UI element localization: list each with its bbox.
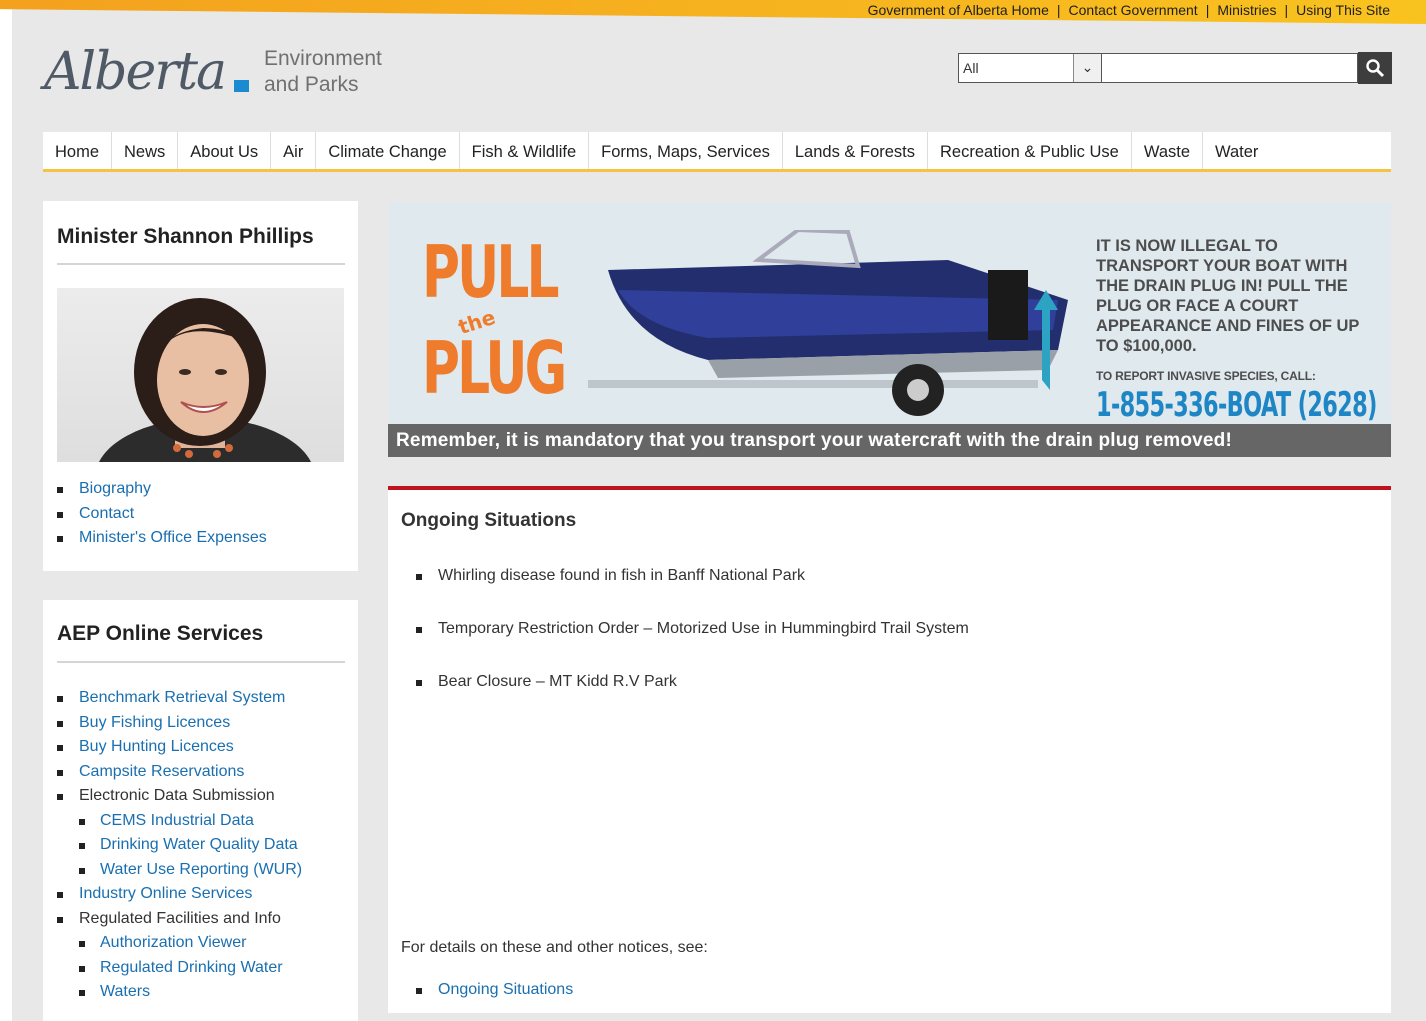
search-input[interactable]: [1101, 53, 1358, 83]
banner-caption: Remember, it is mandatory that you trans…: [388, 424, 1391, 457]
chevron-down-icon[interactable]: ⌄: [1073, 54, 1101, 82]
electronic-data-submission-label: Electronic Data Submission: [57, 784, 302, 809]
search-button[interactable]: [1358, 52, 1392, 84]
gov-home-link[interactable]: Government of Alberta Home: [868, 2, 1049, 18]
nav-water[interactable]: Water: [1203, 132, 1270, 169]
search-scope-select[interactable]: All ⌄: [958, 53, 1102, 83]
expenses-link[interactable]: Minister's Office Expenses: [57, 526, 267, 551]
search-scope-value: All: [963, 60, 979, 76]
banner-word-plug: PLUG: [422, 326, 567, 410]
ongoing-item[interactable]: Bear Closure – MT Kidd R.V Park: [416, 670, 969, 694]
utility-links: Government of Alberta Home | Contact Gover…: [868, 2, 1390, 18]
nav-lands-forests[interactable]: Lands & Forests: [783, 132, 929, 169]
ongoing-item[interactable]: Temporary Restriction Order – Motorized …: [416, 617, 969, 641]
regulated-drinking-water-link[interactable]: Regulated Drinking Water: [57, 956, 302, 981]
nav-about-us[interactable]: About Us: [178, 132, 272, 169]
ongoing-situations-list: Whirling disease found in fish in Banff …: [416, 564, 969, 723]
regulated-facilities-label: Regulated Facilities and Info: [57, 907, 302, 932]
contact-government-link[interactable]: Contact Government: [1069, 2, 1198, 18]
waters-link[interactable]: Waters: [57, 980, 302, 1005]
using-this-site-link[interactable]: Using This Site: [1296, 2, 1390, 18]
minister-card: Minister Shannon Phillips Biography Cont…: [43, 201, 358, 571]
nav-air[interactable]: Air: [271, 132, 317, 169]
banner-warning-text: IT IS NOW ILLEGAL TO TRANSPORT YOUR BOAT…: [1096, 237, 1360, 355]
separator: |: [1056, 2, 1061, 18]
nav-news[interactable]: News: [112, 132, 179, 169]
department-line-1: Environment: [264, 47, 382, 70]
alberta-wordmark: Alberta: [44, 42, 227, 102]
contact-link[interactable]: Contact: [57, 502, 267, 527]
nav-forms-maps-services[interactable]: Forms, Maps, Services: [589, 132, 783, 169]
search-bar: All ⌄: [958, 52, 1392, 84]
minister-links: Biography Contact Minister's Office Expe…: [57, 477, 267, 551]
campsite-reservations-link[interactable]: Campsite Reservations: [57, 760, 302, 785]
online-services-list: Benchmark Retrieval System Buy Fishing L…: [57, 686, 302, 1005]
divider: [57, 263, 345, 265]
divider: [57, 661, 345, 663]
ministries-link[interactable]: Ministries: [1217, 2, 1276, 18]
ongoing-item[interactable]: Whirling disease found in fish in Banff …: [416, 564, 969, 588]
banner-warning: IT IS NOW ILLEGAL TO TRANSPORT YOUR BOAT…: [1096, 236, 1377, 425]
nav-home[interactable]: Home: [43, 132, 113, 169]
separator: |: [1205, 2, 1210, 18]
biography-link[interactable]: Biography: [57, 477, 267, 502]
cems-industrial-data-link[interactable]: CEMS Industrial Data: [57, 809, 302, 834]
department-name: Environment and Parks: [264, 46, 382, 98]
minister-portrait-image: [98, 298, 312, 462]
online-services-title: AEP Online Services: [57, 622, 264, 645]
ongoing-situations-panel: Ongoing Situations Whirling disease foun…: [388, 486, 1391, 1013]
ongoing-situations-link[interactable]: Ongoing Situations: [416, 978, 573, 1003]
boat-trailer-illustration: [588, 230, 1068, 416]
department-line-2: and Parks: [264, 73, 359, 96]
drinking-water-quality-link[interactable]: Drinking Water Quality Data: [57, 833, 302, 858]
pull-the-plug-logo: PULL the PLUG: [422, 230, 572, 420]
banner-phone-number: 1-855-336-BOAT (2628): [1096, 385, 1377, 425]
pull-the-plug-banner[interactable]: PULL the PLUG IT IS NOW ILLEGAL TO TRANS…: [388, 202, 1391, 457]
water-use-reporting-link[interactable]: Water Use Reporting (WUR): [57, 858, 302, 883]
industry-online-services-link[interactable]: Industry Online Services: [57, 882, 302, 907]
authorization-viewer-link[interactable]: Authorization Viewer: [57, 931, 302, 956]
online-services-card: AEP Online Services Benchmark Retrieval …: [43, 600, 358, 1021]
nav-climate-change[interactable]: Climate Change: [316, 132, 460, 169]
banner-word-pull: PULL: [422, 230, 560, 314]
nav-recreation[interactable]: Recreation & Public Use: [928, 132, 1132, 169]
nav-waste[interactable]: Waste: [1132, 132, 1204, 169]
buy-hunting-licences-link[interactable]: Buy Hunting Licences: [57, 735, 302, 760]
logo-square: [234, 80, 249, 92]
separator: |: [1284, 2, 1289, 18]
magnifier-icon: [1366, 59, 1385, 78]
banner-call-text: TO REPORT INVASIVE SPECIES, CALL:: [1096, 369, 1316, 383]
more-links-list: Ongoing Situations: [416, 978, 573, 1003]
buy-fishing-licences-link[interactable]: Buy Fishing Licences: [57, 711, 302, 736]
nav-fish-wildlife[interactable]: Fish & Wildlife: [460, 132, 590, 169]
minister-title: Minister Shannon Phillips: [57, 225, 314, 248]
details-text: For details on these and other notices, …: [401, 939, 708, 956]
benchmark-retrieval-link[interactable]: Benchmark Retrieval System: [57, 686, 302, 711]
ongoing-situations-title: Ongoing Situations: [401, 510, 577, 531]
site-logo[interactable]: Alberta Environment and Parks: [44, 42, 404, 112]
minister-photo: [57, 288, 344, 462]
main-navigation: Home News About Us Air Climate Change Fi…: [43, 132, 1391, 172]
